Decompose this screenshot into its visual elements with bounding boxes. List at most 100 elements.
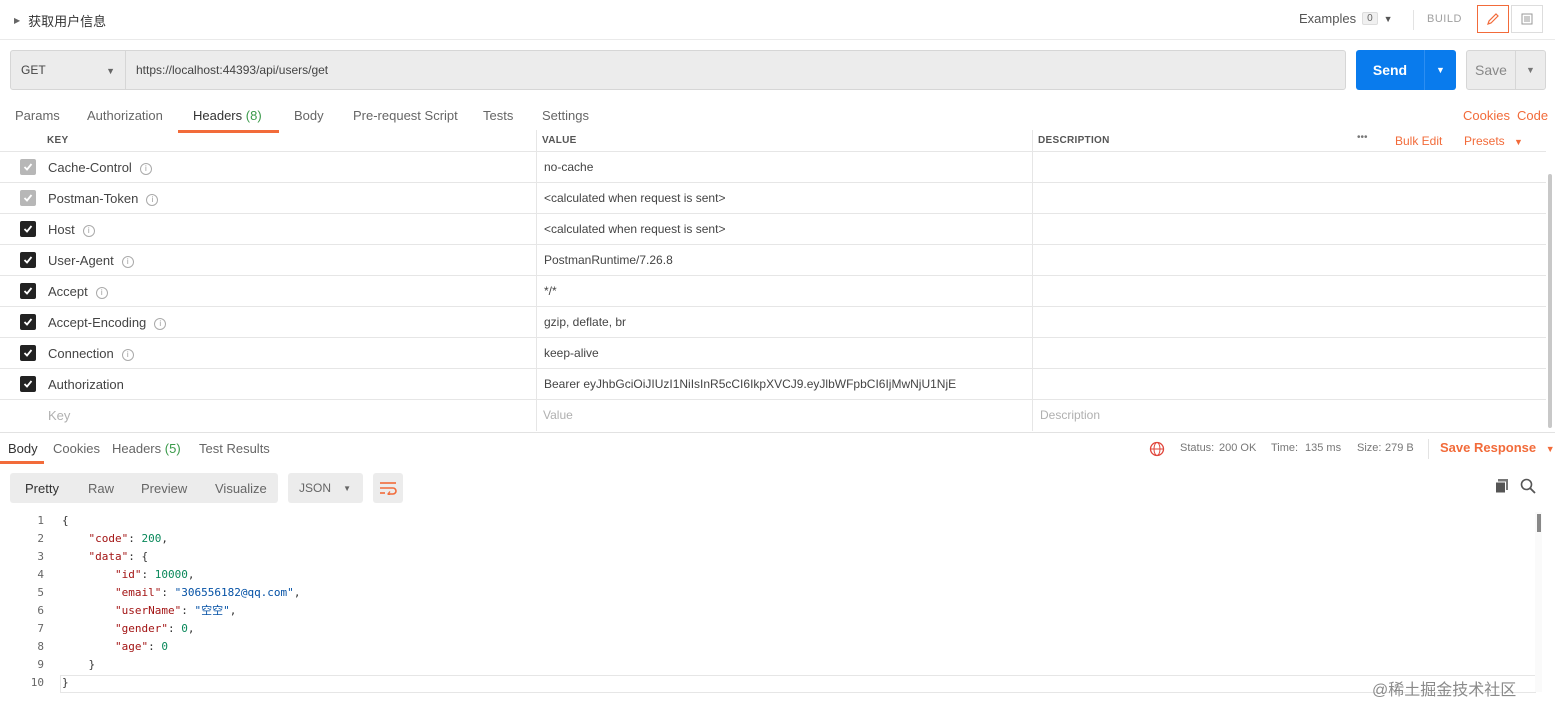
watermark: @稀土掘金技术社区 (1372, 682, 1517, 699)
presets-dropdown[interactable]: Presets ▼ (1464, 134, 1523, 148)
code-line: { (62, 514, 69, 527)
tab-test-results[interactable]: Test Results (199, 441, 270, 456)
document-icon (1521, 13, 1533, 25)
more-options-icon[interactable]: ••• (1357, 132, 1368, 143)
line-number: 4 (37, 568, 44, 581)
header-key: Authorization (48, 377, 124, 392)
tab-response-headers-count: (5) (164, 441, 181, 456)
new-key-input[interactable]: Key (48, 408, 70, 423)
chevron-down-icon: ▼ (106, 66, 115, 76)
edit-mode-button[interactable] (1477, 5, 1509, 33)
header-value: gzip, deflate, br (544, 315, 627, 329)
tab-headers-count: (8) (245, 108, 262, 123)
method-select[interactable]: GET ▼ (11, 51, 126, 89)
checkmark-icon (23, 349, 33, 357)
code-link[interactable]: Code (1517, 108, 1548, 123)
bulk-edit-link[interactable]: Bulk Edit (1395, 134, 1442, 148)
format-label: JSON (299, 481, 332, 495)
tab-prerequest-script[interactable]: Pre-request Script (353, 108, 458, 123)
tab-tests[interactable]: Tests (483, 108, 513, 123)
code-line: } (62, 676, 69, 689)
row-checkbox[interactable] (20, 314, 36, 330)
code-line: "email": "306556182@qq.com", (114, 586, 301, 599)
tab-settings[interactable]: Settings (542, 108, 589, 123)
status-label: Status: (1180, 442, 1215, 454)
table-row: Connection i keep-alive (0, 338, 1546, 369)
code-scrollbar-track[interactable] (1535, 512, 1542, 692)
header-key: User-Agent i (48, 253, 134, 268)
table-row: Cache-Control i no-cache (0, 152, 1546, 183)
save-response-dropdown[interactable]: Save Response ▼ (1440, 440, 1555, 455)
examples-dropdown[interactable]: Examples 0 ▼ (1299, 11, 1393, 26)
tab-body[interactable]: Body (294, 108, 324, 123)
format-select[interactable]: JSON ▼ (288, 473, 363, 503)
divider (1413, 10, 1414, 30)
line-number: 9 (37, 658, 44, 671)
tab-authorization[interactable]: Authorization (87, 108, 163, 123)
row-checkbox[interactable] (20, 221, 36, 237)
new-description-input[interactable]: Description (1040, 408, 1100, 422)
info-icon[interactable]: i (146, 194, 159, 206)
copy-icon[interactable] (1494, 478, 1510, 494)
info-icon[interactable]: i (82, 225, 95, 237)
docs-mode-button[interactable] (1511, 5, 1543, 33)
expand-caret-icon[interactable]: ▶ (14, 16, 20, 25)
info-icon[interactable]: i (95, 287, 108, 299)
view-visualize[interactable]: Visualize (215, 481, 267, 496)
table-row: Postman-Token i <calculated when request … (0, 183, 1546, 214)
line-number: 7 (37, 622, 44, 635)
search-icon[interactable] (1520, 478, 1536, 494)
row-checkbox[interactable] (20, 252, 36, 268)
info-icon[interactable]: i (139, 163, 152, 175)
new-value-input[interactable]: Value (543, 408, 573, 422)
header-key: Accept-Encoding i (48, 315, 167, 330)
view-preview[interactable]: Preview (141, 481, 187, 496)
examples-label: Examples (1299, 11, 1357, 26)
line-number: 3 (37, 550, 44, 563)
save-label: Save (1475, 62, 1507, 78)
request-name[interactable]: ▶ 获取用户信息 (14, 11, 106, 30)
response-body-viewer[interactable]: 1 { 2 "code": 200, 3 "data": { 4 "id": 1… (0, 512, 1545, 702)
table-row: User-Agent i PostmanRuntime/7.26.8 (0, 245, 1546, 276)
table-row: Host i <calculated when request is sent> (0, 214, 1546, 245)
chevron-down-icon: ▼ (343, 484, 351, 493)
wrap-lines-button[interactable] (373, 473, 403, 503)
info-icon[interactable]: i (121, 349, 134, 361)
header-key: Cache-Control i (48, 160, 152, 175)
row-checkbox[interactable] (20, 345, 36, 361)
tab-response-body[interactable]: Body (8, 441, 38, 456)
save-button[interactable]: Save ▼ (1466, 50, 1546, 90)
globe-icon[interactable] (1149, 441, 1165, 457)
tab-headers[interactable]: Headers (8) (193, 108, 262, 123)
save-response-label: Save Response (1440, 440, 1537, 455)
method-label: GET (21, 63, 46, 77)
chevron-down-icon: ▼ (1383, 13, 1393, 24)
code-scrollbar-thumb[interactable] (1537, 514, 1541, 532)
tab-response-headers[interactable]: Headers (5) (112, 441, 181, 456)
examples-count-badge: 0 (1362, 12, 1378, 25)
tab-response-cookies[interactable]: Cookies (53, 441, 100, 456)
url-bar: GET ▼ https://localhost:44393/api/users/… (10, 50, 1346, 90)
send-button[interactable]: Send ▼ (1356, 50, 1456, 90)
url-input[interactable]: https://localhost:44393/api/users/get (126, 51, 1345, 89)
info-icon[interactable]: i (121, 256, 134, 268)
tab-params[interactable]: Params (15, 108, 60, 123)
view-pretty[interactable]: Pretty (25, 481, 59, 496)
cookies-link[interactable]: Cookies (1463, 108, 1510, 123)
row-checkbox[interactable] (20, 190, 36, 206)
code-line: "age": 0 (114, 640, 168, 653)
send-options-chevron-icon[interactable]: ▼ (1425, 65, 1456, 75)
header-key: Postman-Token i (48, 191, 159, 206)
header-value: Bearer eyJhbGciOiJIUzI1NiIsInR5cCI6IkpXV… (544, 377, 957, 391)
save-options-chevron-icon[interactable]: ▼ (1516, 65, 1545, 75)
view-raw[interactable]: Raw (88, 481, 114, 496)
header-key: Accept i (48, 284, 108, 299)
row-checkbox[interactable] (20, 376, 36, 392)
headers-scrollbar[interactable] (1548, 174, 1552, 428)
headers-table: KEY VALUE DESCRIPTION ••• Bulk Edit Pres… (0, 130, 1546, 431)
info-icon[interactable]: i (154, 318, 167, 330)
row-checkbox[interactable] (20, 159, 36, 175)
row-checkbox[interactable] (20, 283, 36, 299)
size-value: 279 B (1385, 442, 1414, 454)
checkmark-icon (23, 163, 33, 171)
